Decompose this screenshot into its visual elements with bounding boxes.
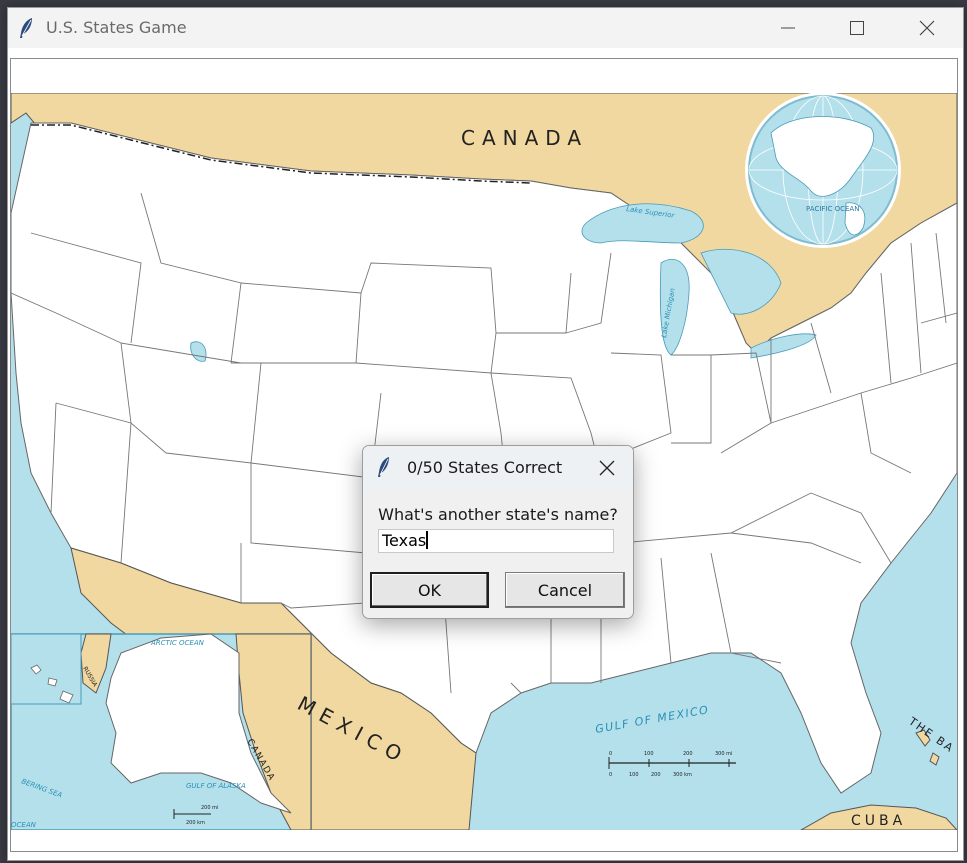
canada-label: CANADA <box>461 126 588 150</box>
hawaii-inset <box>11 633 82 705</box>
maximize-icon <box>850 21 864 35</box>
feather-icon <box>20 18 32 38</box>
game-window: U.S. States Game PACIFIC OCEAN CANADA ME… <box>7 7 964 861</box>
title-bar[interactable]: U.S. States Game <box>8 8 963 48</box>
maximize-button[interactable] <box>822 8 892 48</box>
ocean-left-label: OCEAN <box>11 821 37 829</box>
feather-icon <box>378 457 389 477</box>
text-cursor <box>426 531 429 549</box>
dialog-prompt: What's another state's name? <box>378 505 618 524</box>
minimize-button[interactable] <box>753 8 823 48</box>
state-input-dialog: 0/50 States Correct What's another state… <box>362 445 634 619</box>
dialog-title: 0/50 States Correct <box>407 458 563 477</box>
map-canvas[interactable]: PACIFIC OCEAN CANADA MEXICO GULF OF MEXI… <box>10 58 958 852</box>
scale-km-0: 0 <box>609 772 612 778</box>
scale-tick-0: 0 <box>609 751 612 757</box>
close-button[interactable] <box>892 8 962 48</box>
scale-km-300: 300 km <box>673 772 692 778</box>
gulf-of-alaska-label: GULF OF ALASKA <box>186 782 246 790</box>
ok-button[interactable]: OK <box>370 572 489 608</box>
close-icon <box>919 20 935 36</box>
minimize-icon <box>781 27 795 29</box>
dialog-close-button[interactable] <box>595 457 619 479</box>
pacific-label: PACIFIC OCEAN <box>806 205 859 213</box>
inset-scale-mi: 200 mi <box>201 805 218 811</box>
scale-km-200: 200 <box>651 772 661 778</box>
cuba-label: CUBA <box>851 813 906 829</box>
cancel-button[interactable]: Cancel <box>505 572 625 608</box>
scale-tick-200: 200 <box>683 751 693 757</box>
state-name-value: Texas <box>382 531 427 550</box>
close-icon <box>599 460 615 476</box>
window-title: U.S. States Game <box>46 18 187 37</box>
dialog-title-bar[interactable]: 0/50 States Correct <box>363 446 633 490</box>
arctic-ocean-label: ARCTIC OCEAN <box>150 639 205 647</box>
inset-scale-km: 200 km <box>186 820 205 826</box>
scale-km-100: 100 <box>629 772 639 778</box>
scale-tick-100: 100 <box>644 751 654 757</box>
state-name-input[interactable]: Texas <box>378 529 614 553</box>
scale-tick-300: 300 mi <box>715 751 732 757</box>
